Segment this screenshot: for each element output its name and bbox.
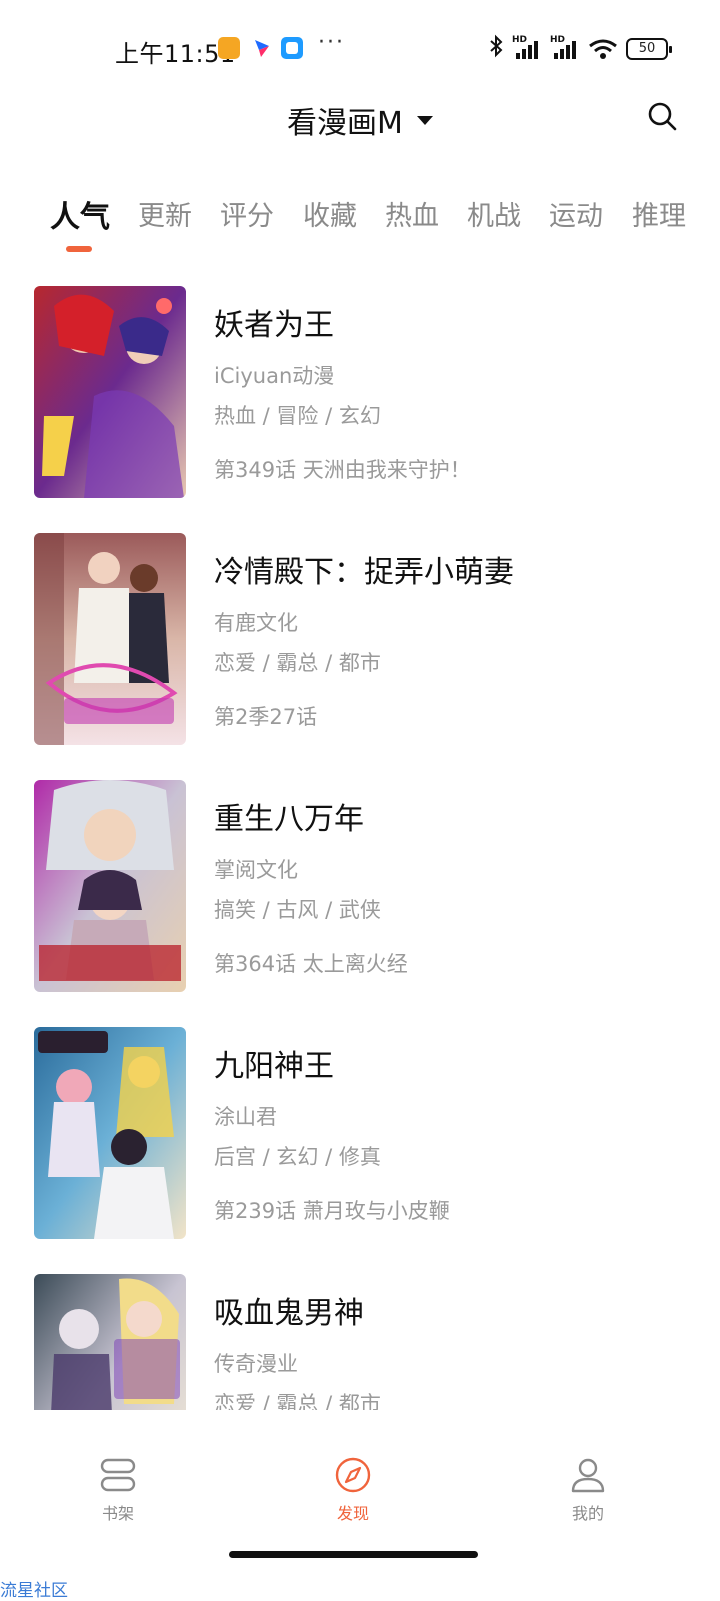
more-notifications-icon: ··· — [318, 30, 345, 55]
comic-cover — [34, 533, 186, 745]
bookshelf-icon — [100, 1458, 136, 1492]
bottom-navigation: 书架 发现 我的 — [0, 1410, 720, 1530]
nav-label: 发现 — [336, 1504, 369, 1523]
tab-rating[interactable]: 评分 — [220, 194, 274, 233]
system-icons: HD HD 50 — [488, 34, 672, 64]
signal-2-icon: HD — [550, 35, 580, 61]
tab-popular[interactable]: 人气 — [50, 192, 110, 236]
compass-icon — [335, 1457, 371, 1493]
comic-item[interactable]: 重生八万年 掌阅文化 搞笑 / 古风 / 武侠 第364话 太上离火经 — [0, 780, 720, 994]
comic-latest-chapter: 第349话 天洲由我来守护！ — [214, 458, 471, 482]
comic-latest-chapter: 第364话 太上离火经 — [214, 952, 408, 976]
comic-cover — [34, 1027, 186, 1239]
nav-profile[interactable]: 我的 — [528, 1456, 648, 1524]
nav-label: 书架 — [101, 1504, 134, 1523]
comic-title: 冷情殿下：捉弄小萌妻 — [214, 555, 514, 590]
comic-list[interactable]: 妖者为王 iCiyuan动漫 热血 / 冒险 / 玄幻 第349话 天洲由我来守… — [0, 286, 720, 1410]
tab-favorites[interactable]: 收藏 — [303, 194, 357, 233]
comic-tags: 后宫 / 玄幻 / 修真 — [214, 1145, 381, 1169]
category-tabs: 人气 更新 评分 收藏 热血 机战 运动 推理 — [0, 194, 720, 264]
bluetooth-icon — [488, 34, 504, 64]
comic-title: 吸血鬼男神 — [214, 1296, 364, 1331]
comic-cover — [34, 286, 186, 498]
comic-item[interactable]: 吸血鬼男神 传奇漫业 恋爱 / 霸总 / 都市 — [0, 1274, 720, 1410]
comic-author: 传奇漫业 — [214, 1352, 298, 1376]
app-header: 看漫画M — [0, 90, 720, 146]
tab-sports[interactable]: 运动 — [549, 194, 603, 233]
comic-latest-chapter: 第239话 萧月玫与小皮鞭 — [214, 1199, 450, 1223]
comic-tags: 热血 / 冒险 / 玄幻 — [214, 404, 381, 428]
tab-updated[interactable]: 更新 — [138, 194, 192, 233]
comic-title: 妖者为王 — [214, 308, 334, 343]
source-selector[interactable]: 看漫画M — [287, 98, 433, 142]
tab-hot-blooded[interactable]: 热血 — [385, 194, 439, 233]
nav-bookshelf[interactable]: 书架 — [58, 1456, 178, 1524]
nav-label: 我的 — [571, 1504, 604, 1523]
comic-cover — [34, 1274, 186, 1410]
status-bar: 上午11:51 ··· HD HD 50 — [0, 0, 720, 96]
comic-item[interactable]: 九阳神王 涂山君 后宫 / 玄幻 / 修真 第239话 萧月玫与小皮鞭 — [0, 1027, 720, 1241]
page-title: 看漫画M — [287, 106, 403, 141]
comic-item[interactable]: 妖者为王 iCiyuan动漫 热血 / 冒险 / 玄幻 第349话 天洲由我来守… — [0, 286, 720, 500]
active-tab-indicator — [66, 246, 92, 252]
battery-icon: 50 — [626, 38, 672, 60]
comic-cover — [34, 780, 186, 992]
wifi-icon — [588, 37, 618, 61]
comic-author: 掌阅文化 — [214, 858, 298, 882]
comic-author: 涂山君 — [214, 1105, 277, 1129]
comic-latest-chapter: 第2季27话 — [214, 705, 318, 729]
comic-author: iCiyuan动漫 — [214, 364, 335, 388]
comic-title: 重生八万年 — [214, 802, 364, 837]
comic-item[interactable]: 冷情殿下：捉弄小萌妻 有鹿文化 恋爱 / 霸总 / 都市 第2季27话 — [0, 533, 720, 747]
nav-discover[interactable]: 发现 — [293, 1456, 413, 1524]
user-icon — [571, 1458, 605, 1493]
home-indicator[interactable] — [229, 1551, 478, 1558]
comic-tags: 恋爱 / 霸总 / 都市 — [214, 1392, 381, 1410]
comic-tags: 搞笑 / 古风 / 武侠 — [214, 898, 381, 922]
search-button[interactable] — [646, 100, 680, 134]
watermark: 流星社区 — [0, 1581, 68, 1601]
caret-down-icon — [416, 115, 433, 125]
chat-app-notification-icon — [281, 37, 303, 59]
signal-1-icon: HD — [512, 35, 542, 61]
tab-mecha[interactable]: 机战 — [467, 194, 521, 233]
search-icon — [648, 102, 677, 131]
app-notification-icon — [218, 37, 240, 59]
comic-tags: 恋爱 / 霸总 / 都市 — [214, 651, 381, 675]
tab-mystery[interactable]: 推理 — [632, 194, 686, 233]
comic-title: 九阳神王 — [214, 1049, 334, 1084]
comic-author: 有鹿文化 — [214, 611, 298, 635]
video-app-notification-icon — [251, 37, 273, 59]
